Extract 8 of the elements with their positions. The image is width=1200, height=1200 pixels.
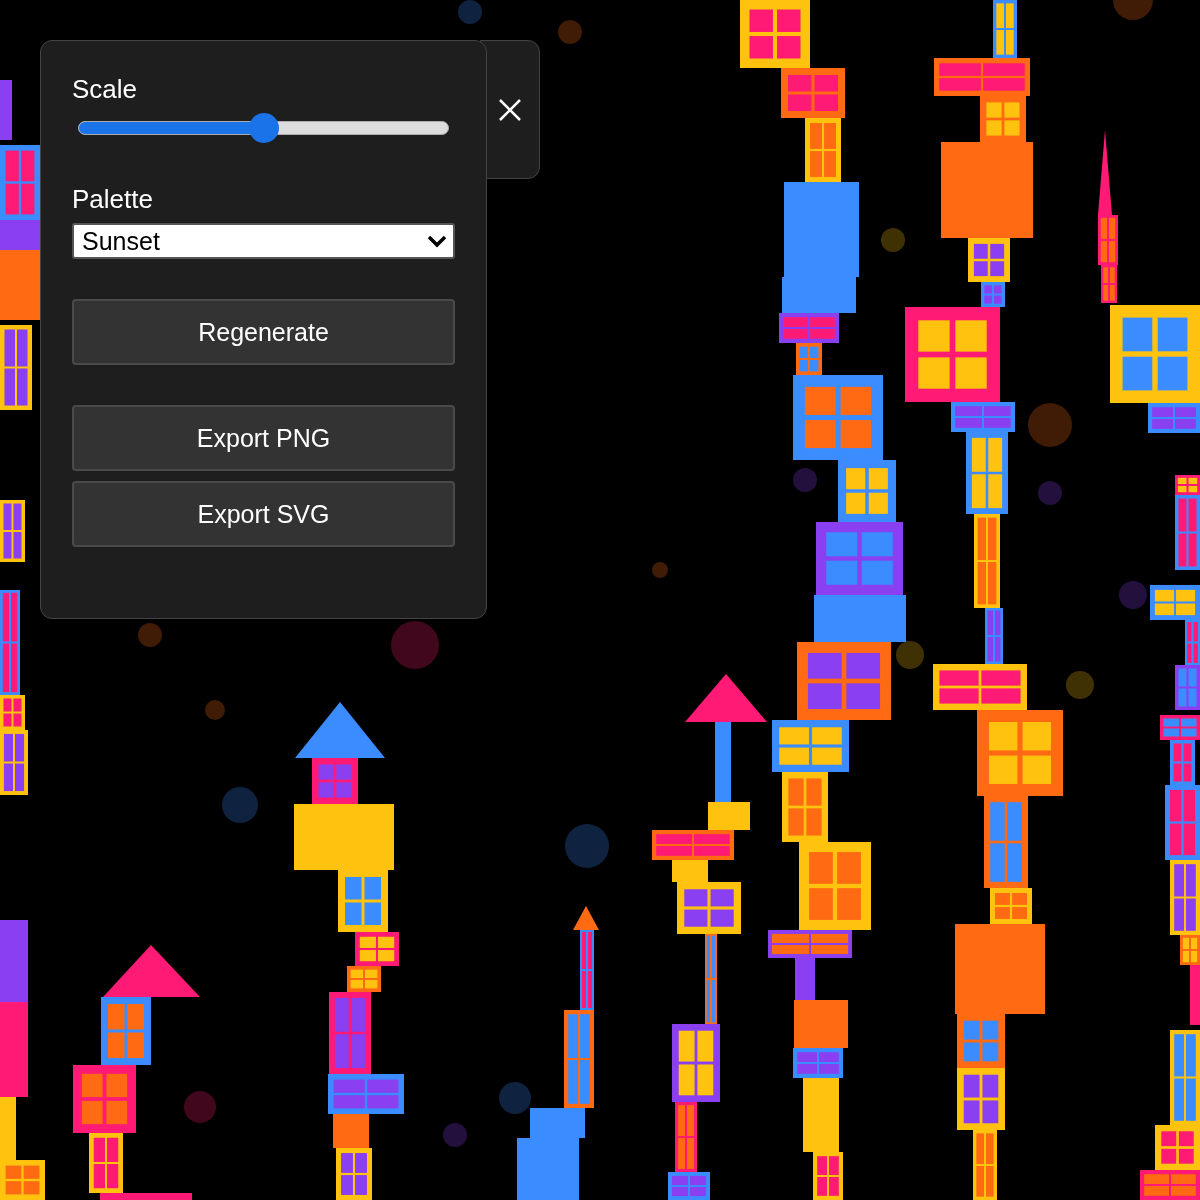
- chevron-down-icon: [427, 234, 447, 248]
- export-button[interactable]: Export PNG: [72, 405, 455, 471]
- scale-label: Scale: [72, 73, 139, 106]
- palette-dropdown[interactable]: Sunset: [72, 223, 455, 259]
- slider-thumb[interactable]: [248, 113, 279, 143]
- export-button[interactable]: Export SVG: [72, 481, 455, 547]
- action-button[interactable]: Regenerate: [72, 299, 455, 365]
- palette-label: Palette: [72, 183, 154, 216]
